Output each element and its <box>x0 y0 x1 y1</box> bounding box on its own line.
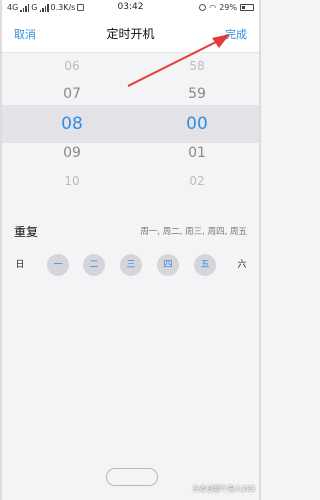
hour-option[interactable]: 10 <box>42 174 102 188</box>
status-right: ◠ 29% <box>199 3 254 12</box>
minute-option[interactable]: 01 <box>167 145 227 161</box>
minute-selected[interactable]: 00 <box>167 114 227 134</box>
status-bar: 4G G 0.3K/s 03:42 ◠ 29% <box>2 0 259 16</box>
day-tuesday[interactable]: 二 <box>83 254 105 276</box>
battery-icon <box>240 4 254 11</box>
hour-wheel[interactable]: 06 07 08 09 10 <box>42 53 102 203</box>
phone-screen: 4G G 0.3K/s 03:42 ◠ 29% 取消 定时开机 完成 06 07… <box>0 0 261 500</box>
weekday-selector: 日 一 二 三 四 五 六 <box>2 252 259 278</box>
day-monday[interactable]: 一 <box>47 254 69 276</box>
battery-percent: 29% <box>219 3 237 12</box>
hour-option[interactable]: 06 <box>42 59 102 73</box>
day-saturday[interactable]: 六 <box>231 254 253 276</box>
hour-option[interactable]: 07 <box>42 86 102 102</box>
alarm-icon <box>199 4 207 11</box>
hour-option[interactable]: 09 <box>42 145 102 161</box>
home-button[interactable] <box>106 468 158 486</box>
page-title: 定时开机 <box>106 27 155 41</box>
wifi-icon: ◠ <box>209 3 217 12</box>
minute-wheel[interactable]: 58 59 00 01 02 <box>167 53 227 203</box>
watermark: 头条@那个男人283 <box>192 485 255 493</box>
header-bar: 取消 定时开机 完成 <box>2 16 259 53</box>
repeat-value: 周一, 周二, 周三, 周四, 周五 <box>140 227 247 237</box>
done-button[interactable]: 完成 <box>225 26 247 42</box>
repeat-label: 重复 <box>14 225 39 239</box>
day-friday[interactable]: 五 <box>194 254 216 276</box>
day-wednesday[interactable]: 三 <box>120 254 142 276</box>
minute-option[interactable]: 02 <box>167 174 227 188</box>
time-picker[interactable]: 06 07 08 09 10 58 59 00 01 02 <box>2 53 259 203</box>
repeat-row[interactable]: 重复 周一, 周二, 周三, 周四, 周五 <box>2 216 259 244</box>
hour-selected[interactable]: 08 <box>42 114 102 134</box>
day-sunday[interactable]: 日 <box>9 254 31 276</box>
day-thursday[interactable]: 四 <box>157 254 179 276</box>
minute-option[interactable]: 59 <box>167 86 227 102</box>
minute-option[interactable]: 58 <box>167 59 227 73</box>
